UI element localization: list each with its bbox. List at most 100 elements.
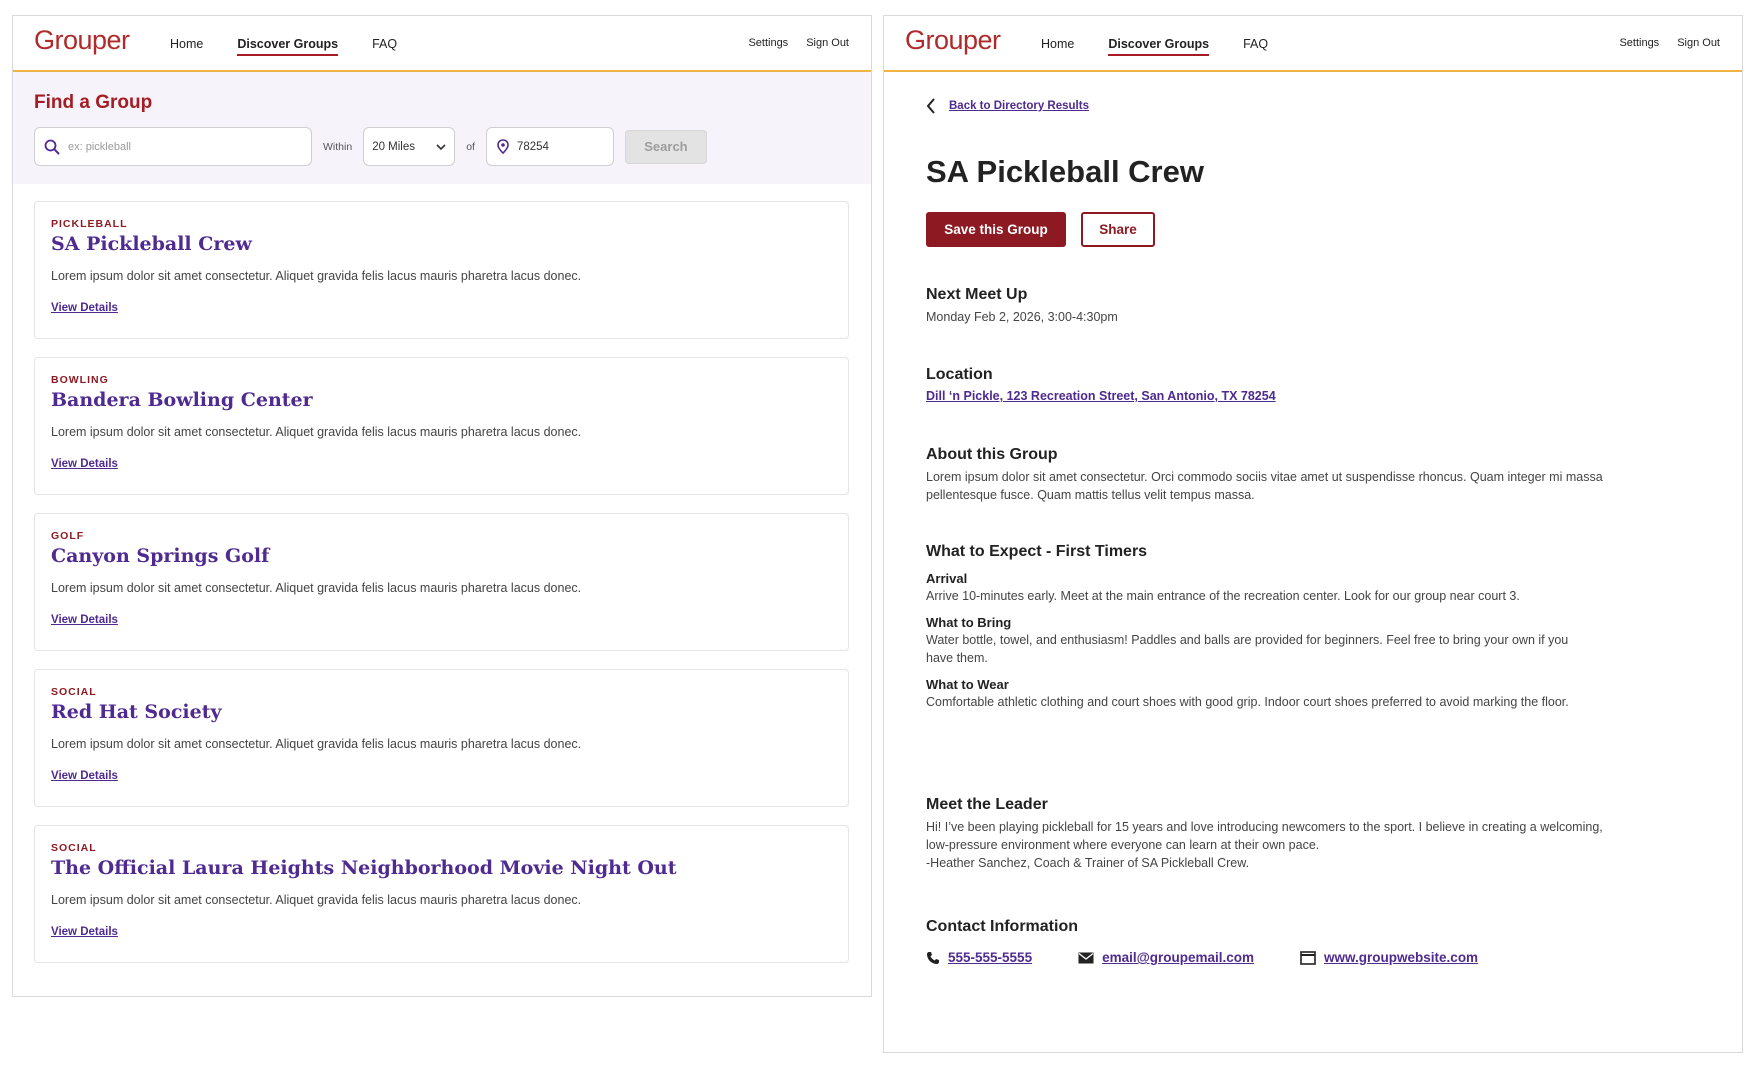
leader-text: Hi! I’ve been playing pickleball for 15 … [926, 820, 1603, 852]
phone-link[interactable]: 555-555-5555 [948, 950, 1032, 965]
nav-home[interactable]: Home [170, 37, 203, 56]
view-details-link[interactable]: View Details [51, 770, 118, 782]
result-card: PICKLEBALL SA Pickleball Crew Lorem ipsu… [34, 201, 849, 339]
result-card: SOCIAL Red Hat Society Lorem ipsum dolor… [34, 669, 849, 807]
share-button[interactable]: Share [1081, 212, 1155, 247]
location-section: Location Dill ‘n Pickle, 123 Recreation … [926, 366, 1666, 405]
about-text: Lorem ipsum dolor sit amet consectetur. … [926, 470, 1603, 502]
breadcrumb: Back to Directory Results [926, 98, 1089, 114]
page-title: Find a Group [34, 92, 153, 113]
section-heading: Location [926, 366, 993, 383]
sign-out-link[interactable]: Sign Out [1677, 37, 1720, 49]
group-description: Lorem ipsum dolor sit amet consectetur. … [51, 581, 582, 595]
bring-text: Water bottle, towel, and enthusiasm! Pad… [926, 633, 1569, 665]
nav-faq[interactable]: FAQ [1243, 37, 1268, 56]
group-detail-page: Grouper Home Discover Groups FAQ Setting… [883, 15, 1743, 1053]
search-form: ex: pickleball Within 20 Miles of 78254 … [34, 127, 707, 166]
keyword-input[interactable]: ex: pickleball [34, 127, 312, 166]
group-name[interactable]: Canyon Springs Golf [51, 545, 832, 567]
mail-icon [1078, 952, 1094, 963]
next-meetup-section: Next Meet Up Monday Feb 2, 2026, 3:00-4:… [926, 286, 1666, 326]
bring-heading: What to Bring [926, 615, 1012, 630]
sign-out-link[interactable]: Sign Out [806, 37, 849, 49]
distance-value: 20 Miles [372, 140, 416, 153]
view-details-link[interactable]: View Details [51, 302, 118, 314]
contact-section: Contact Information 555-555-5555 email@g… [926, 918, 1666, 965]
contact-email: email@groupemail.com [1078, 950, 1254, 965]
directory-page: Grouper Home Discover Groups FAQ Setting… [12, 15, 872, 997]
nav-faq[interactable]: FAQ [372, 37, 397, 56]
website-link[interactable]: www.groupwebsite.com [1324, 950, 1478, 965]
arrival-text: Arrive 10-minutes early. Meet at the mai… [926, 589, 1520, 603]
top-nav: Grouper Home Discover Groups FAQ Setting… [13, 16, 871, 72]
leader-section: Meet the Leader Hi! I’ve been playing pi… [926, 796, 1606, 872]
distance-select[interactable]: 20 Miles [363, 127, 456, 166]
search-button[interactable]: Search [624, 129, 707, 164]
group-title: SA Pickleball Crew [926, 154, 1204, 189]
results-list: PICKLEBALL SA Pickleball Crew Lorem ipsu… [34, 201, 849, 981]
browser-window-icon [1300, 950, 1316, 965]
phone-icon [927, 951, 939, 964]
view-details-link[interactable]: View Details [51, 926, 118, 938]
search-icon [44, 139, 60, 154]
result-card: SOCIAL The Official Laura Heights Neighb… [34, 825, 849, 963]
what-to-expect-section: What to Expect - First Timers Arrival Ar… [926, 543, 1586, 711]
group-category: PICKLEBALL [51, 218, 128, 230]
email-link[interactable]: email@groupemail.com [1102, 950, 1254, 965]
about-section: About this Group Lorem ipsum dolor sit a… [926, 446, 1666, 504]
wear-heading: What to Wear [926, 677, 1009, 692]
result-card: BOWLING Bandera Bowling Center Lorem ips… [34, 357, 849, 495]
group-description: Lorem ipsum dolor sit amet consectetur. … [51, 269, 582, 283]
search-panel: Find a Group ex: pickleball Within 20 Mi… [13, 72, 871, 184]
group-name[interactable]: Red Hat Society [51, 701, 832, 723]
location-link[interactable]: Dill ‘n Pickle, 123 Recreation Street, S… [926, 389, 1276, 403]
group-name[interactable]: Bandera Bowling Center [51, 389, 832, 411]
save-group-button[interactable]: Save this Group [926, 212, 1066, 247]
group-description: Lorem ipsum dolor sit amet consectetur. … [51, 737, 582, 751]
arrival-heading: Arrival [926, 571, 968, 586]
main-nav: Home Discover Groups FAQ [170, 37, 397, 56]
utility-nav: Settings Sign Out [748, 37, 849, 49]
back-to-results-link[interactable]: Back to Directory Results [949, 100, 1089, 112]
zip-value: 78254 [516, 140, 549, 153]
settings-link[interactable]: Settings [1619, 37, 1659, 49]
contact-website: www.groupwebsite.com [1300, 950, 1478, 965]
keyword-placeholder: ex: pickleball [68, 140, 131, 153]
chevron-left-icon[interactable] [926, 98, 936, 114]
main-nav: Home Discover Groups FAQ [1041, 37, 1268, 56]
top-nav: Grouper Home Discover Groups FAQ Setting… [884, 16, 1742, 72]
meetup-time: Monday Feb 2, 2026, 3:00-4:30pm [926, 310, 1118, 324]
group-description: Lorem ipsum dolor sit amet consectetur. … [51, 425, 582, 439]
settings-link[interactable]: Settings [748, 37, 788, 49]
view-details-link[interactable]: View Details [51, 458, 118, 470]
section-heading: Next Meet Up [926, 286, 1028, 303]
group-category: SOCIAL [51, 842, 97, 854]
zip-input[interactable]: 78254 [485, 127, 614, 166]
section-heading: Contact Information [926, 918, 1078, 935]
section-heading: Meet the Leader [926, 796, 1048, 813]
wear-text: Comfortable athletic clothing and court … [926, 695, 1569, 709]
contact-phone: 555-555-5555 [926, 950, 1032, 965]
action-buttons: Save this Group Share [926, 212, 1155, 247]
group-name[interactable]: The Official Laura Heights Neighborhood … [51, 857, 832, 879]
of-label: of [466, 140, 475, 153]
section-heading: About this Group [926, 446, 1058, 463]
leader-signature: -Heather Sanchez, Coach & Trainer of SA … [926, 856, 1250, 870]
group-category: BOWLING [51, 374, 109, 386]
chevron-down-icon [436, 143, 446, 150]
utility-nav: Settings Sign Out [1619, 37, 1720, 49]
view-details-link[interactable]: View Details [51, 614, 118, 626]
group-description: Lorem ipsum dolor sit amet consectetur. … [51, 893, 582, 907]
nav-home[interactable]: Home [1041, 37, 1074, 56]
logo[interactable]: Grouper [905, 25, 1001, 56]
nav-discover-groups[interactable]: Discover Groups [1108, 37, 1210, 56]
result-card: GOLF Canyon Springs Golf Lorem ipsum dol… [34, 513, 849, 651]
section-heading: What to Expect - First Timers [926, 543, 1148, 560]
group-category: GOLF [51, 530, 85, 542]
contact-list: 555-555-5555 email@groupemail.com www.gr… [926, 950, 1666, 965]
group-name[interactable]: SA Pickleball Crew [51, 233, 832, 255]
within-label: Within [323, 140, 353, 153]
location-pin-icon [497, 139, 509, 154]
nav-discover-groups[interactable]: Discover Groups [237, 37, 339, 56]
logo[interactable]: Grouper [34, 25, 130, 56]
